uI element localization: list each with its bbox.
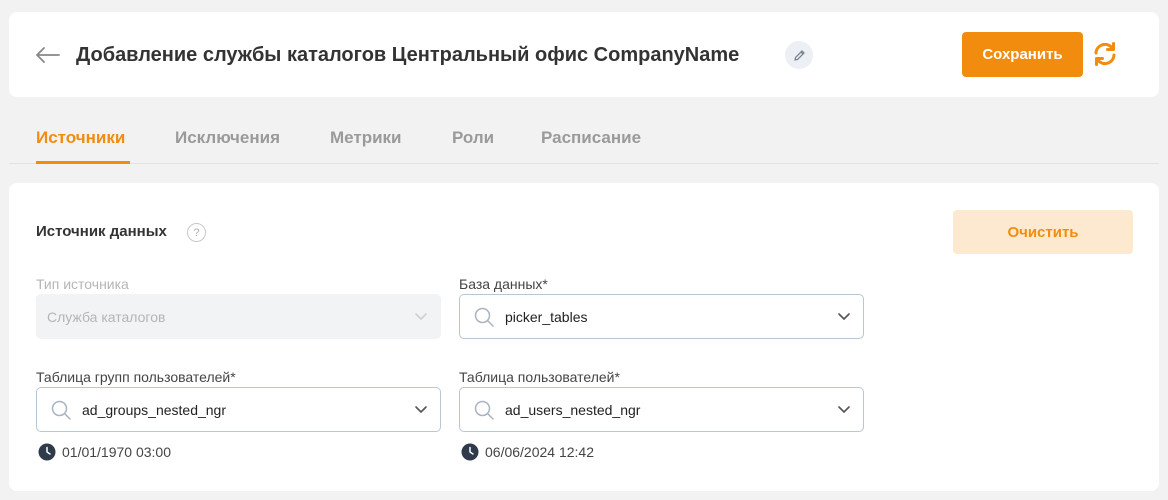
database-value: picker_tables [505,309,588,325]
clock-icon [461,443,479,461]
groups-table-timestamp: 01/01/1970 03:00 [38,443,171,461]
users-table-timestamp-text: 06/06/2024 12:42 [485,444,594,460]
tab-sources[interactable]: Источники [36,127,125,149]
source-type-value: Служба каталогов [47,309,166,325]
database-label: База данных* [459,276,548,292]
search-icon [51,400,71,420]
refresh-button[interactable] [1090,39,1120,69]
groups-table-select[interactable]: ad_groups_nested_ngr [36,387,441,432]
save-button[interactable]: Сохранить [962,32,1083,77]
back-button[interactable] [35,45,61,65]
tab-exclusions[interactable]: Исключения [175,127,280,149]
users-table-timestamp: 06/06/2024 12:42 [461,443,594,461]
active-tab-indicator [36,161,130,164]
users-table-value: ad_users_nested_ngr [505,402,641,418]
source-type-label: Тип источника [36,276,129,292]
database-select[interactable]: picker_tables [459,294,864,339]
clock-icon [38,443,56,461]
edit-title-button[interactable] [785,41,813,69]
pencil-icon [793,49,805,61]
chevron-down-icon [838,406,850,413]
help-icon[interactable]: ? [187,223,206,242]
chevron-down-icon [415,313,427,320]
groups-table-timestamp-text: 01/01/1970 03:00 [62,444,171,460]
tab-metrics[interactable]: Метрики [330,127,402,149]
arrow-left-icon [36,47,60,63]
tab-schedule[interactable]: Расписание [541,127,641,149]
refresh-icon [1094,42,1116,66]
search-icon [474,400,494,420]
chevron-down-icon [838,313,850,320]
page-title: Добавление службы каталогов Центральный … [76,44,740,66]
users-table-label: Таблица пользователей* [459,369,620,385]
source-type-select: Служба каталогов [36,294,441,339]
tab-roles[interactable]: Роли [452,127,494,149]
chevron-down-icon [415,406,427,413]
groups-table-label: Таблица групп пользователей* [36,369,236,385]
clear-button[interactable]: Очистить [953,210,1133,254]
users-table-select[interactable]: ad_users_nested_ngr [459,387,864,432]
page-header: Добавление службы каталогов Центральный … [9,12,1159,97]
data-source-card: Источник данных ? Очистить Тип источника… [9,183,1159,491]
tab-bar: Источники Исключения Метрики Роли Распис… [9,112,1159,164]
groups-table-value: ad_groups_nested_ngr [82,402,227,418]
section-title: Источник данных [36,223,167,240]
search-icon [474,307,494,327]
